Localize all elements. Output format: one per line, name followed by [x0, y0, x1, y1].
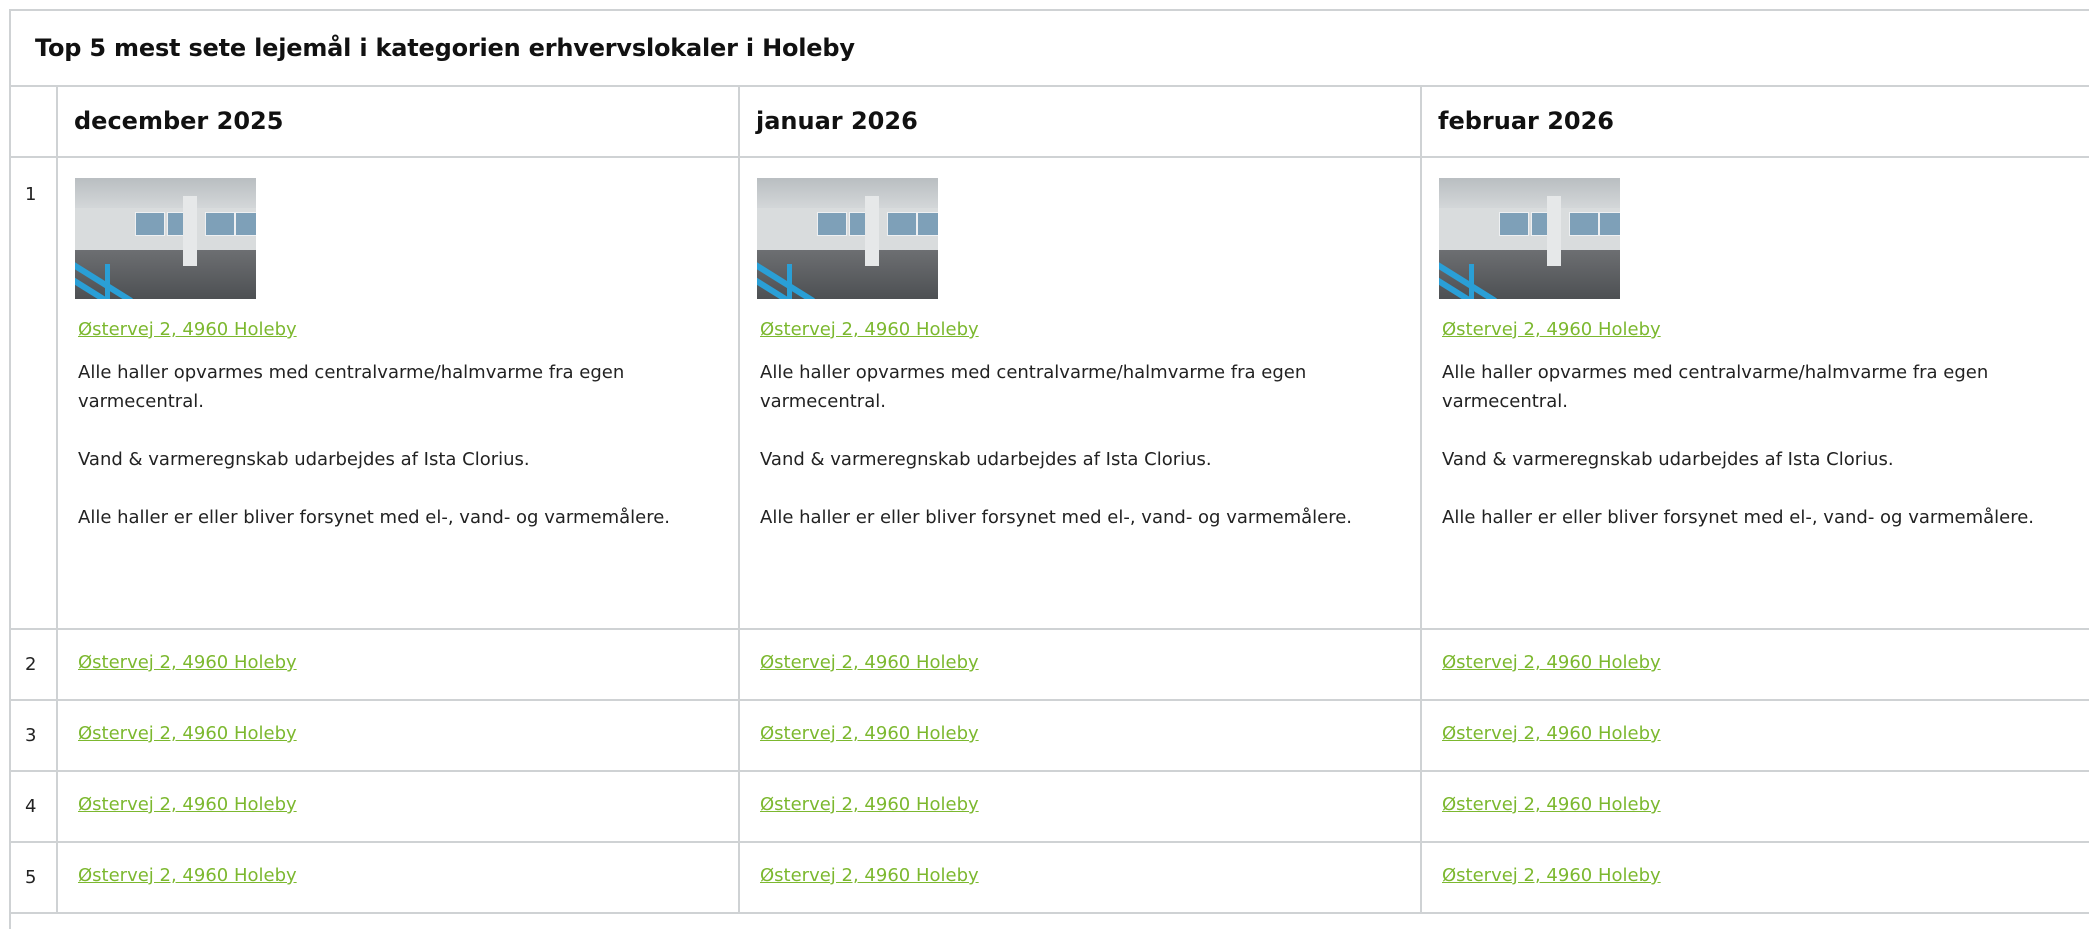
- rank-number: 5: [11, 842, 58, 914]
- listing-cell: Østervej 2, 4960 Holeby Alle haller opva…: [739, 157, 1422, 630]
- description-paragraph: Alle haller opvarmes med centralvarme/ha…: [78, 362, 625, 412]
- listing-cell: Østervej 2, 4960 Holeby: [57, 771, 740, 843]
- table-row: 4 Østervej 2, 4960 Holeby Østervej 2, 49…: [11, 771, 2089, 843]
- listing-description: Alle haller opvarmes med centralvarme/ha…: [1442, 358, 2042, 532]
- top5-panel: Top 5 mest sete lejemål i kategorien erh…: [9, 9, 2089, 929]
- rank-number: 1: [11, 157, 58, 630]
- listing-cell: Østervej 2, 4960 Holeby: [1421, 842, 2089, 914]
- listing-cell: Østervej 2, 4960 Holeby: [57, 629, 740, 701]
- description-paragraph: Vand & varmeregnskab udarbejdes af Ista …: [78, 449, 530, 470]
- description-paragraph: Vand & varmeregnskab udarbejdes af Ista …: [760, 449, 1212, 470]
- rank-number: 4: [11, 771, 58, 843]
- listing-link[interactable]: Østervej 2, 4960 Holeby: [760, 865, 979, 886]
- listing-link[interactable]: Østervej 2, 4960 Holeby: [78, 319, 297, 340]
- listing-cell: Østervej 2, 4960 Holeby: [57, 700, 740, 772]
- listing-link[interactable]: Østervej 2, 4960 Holeby: [1442, 794, 1661, 815]
- description-paragraph: Alle haller er eller bliver forsynet med…: [1442, 507, 2035, 528]
- listing-cell: Østervej 2, 4960 Holeby: [1421, 629, 2089, 701]
- panel-title: Top 5 mest sete lejemål i kategorien erh…: [35, 34, 855, 62]
- listing-thumbnail[interactable]: [1439, 178, 1620, 299]
- listing-link[interactable]: Østervej 2, 4960 Holeby: [1442, 865, 1661, 886]
- listing-cell: Østervej 2, 4960 Holeby: [739, 771, 1422, 843]
- column-header-februar: februar 2026: [1421, 87, 2089, 158]
- description-paragraph: Alle haller er eller bliver forsynet med…: [760, 507, 1353, 528]
- table-row: 5 Østervej 2, 4960 Holeby Østervej 2, 49…: [11, 842, 2089, 914]
- listing-link[interactable]: Østervej 2, 4960 Holeby: [78, 794, 297, 815]
- listing-description: Alle haller opvarmes med centralvarme/ha…: [760, 358, 1360, 532]
- rank-number: 2: [11, 629, 58, 701]
- listing-cell: Østervej 2, 4960 Holeby Alle haller opva…: [57, 157, 740, 630]
- listing-link[interactable]: Østervej 2, 4960 Holeby: [760, 319, 979, 340]
- listing-cell: Østervej 2, 4960 Holeby: [739, 700, 1422, 772]
- description-paragraph: Vand & varmeregnskab udarbejdes af Ista …: [1442, 449, 1894, 470]
- listing-cell: Østervej 2, 4960 Holeby: [739, 842, 1422, 914]
- ranking-table: december 2025 januar 2026 februar 2026 1: [11, 87, 2089, 914]
- listing-cell: Østervej 2, 4960 Holeby: [1421, 700, 2089, 772]
- panel-header: Top 5 mest sete lejemål i kategorien erh…: [11, 11, 2089, 87]
- listing-link[interactable]: Østervej 2, 4960 Holeby: [1442, 652, 1661, 673]
- rank-column-header: [11, 87, 58, 158]
- table-row: 3 Østervej 2, 4960 Holeby Østervej 2, 49…: [11, 700, 2089, 772]
- listing-cell: Østervej 2, 4960 Holeby Alle haller opva…: [1421, 157, 2089, 630]
- listing-link[interactable]: Østervej 2, 4960 Holeby: [760, 652, 979, 673]
- description-paragraph: Alle haller opvarmes med centralvarme/ha…: [760, 362, 1307, 412]
- listing-cell: Østervej 2, 4960 Holeby: [57, 842, 740, 914]
- listing-description: Alle haller opvarmes med centralvarme/ha…: [78, 358, 678, 532]
- description-paragraph: Alle haller er eller bliver forsynet med…: [78, 507, 671, 528]
- listing-cell: Østervej 2, 4960 Holeby: [739, 629, 1422, 701]
- listing-thumbnail[interactable]: [75, 178, 256, 299]
- listing-link[interactable]: Østervej 2, 4960 Holeby: [1442, 319, 1661, 340]
- listing-link[interactable]: Østervej 2, 4960 Holeby: [760, 723, 979, 744]
- table-row: 1 Østervej 2, 4960 Holeby Alle haller op…: [11, 157, 2089, 630]
- listing-link[interactable]: Østervej 2, 4960 Holeby: [1442, 723, 1661, 744]
- description-paragraph: Alle haller opvarmes med centralvarme/ha…: [1442, 362, 1989, 412]
- listing-link[interactable]: Østervej 2, 4960 Holeby: [760, 794, 979, 815]
- listing-thumbnail[interactable]: [757, 178, 938, 299]
- rank-number: 3: [11, 700, 58, 772]
- listing-link[interactable]: Østervej 2, 4960 Holeby: [78, 865, 297, 886]
- column-header-januar: januar 2026: [739, 87, 1422, 158]
- table-row: 2 Østervej 2, 4960 Holeby Østervej 2, 49…: [11, 629, 2089, 701]
- column-header-december: december 2025: [57, 87, 740, 158]
- listing-link[interactable]: Østervej 2, 4960 Holeby: [78, 652, 297, 673]
- listing-cell: Østervej 2, 4960 Holeby: [1421, 771, 2089, 843]
- listing-link[interactable]: Østervej 2, 4960 Holeby: [78, 723, 297, 744]
- table-header-row: december 2025 januar 2026 februar 2026: [11, 87, 2089, 158]
